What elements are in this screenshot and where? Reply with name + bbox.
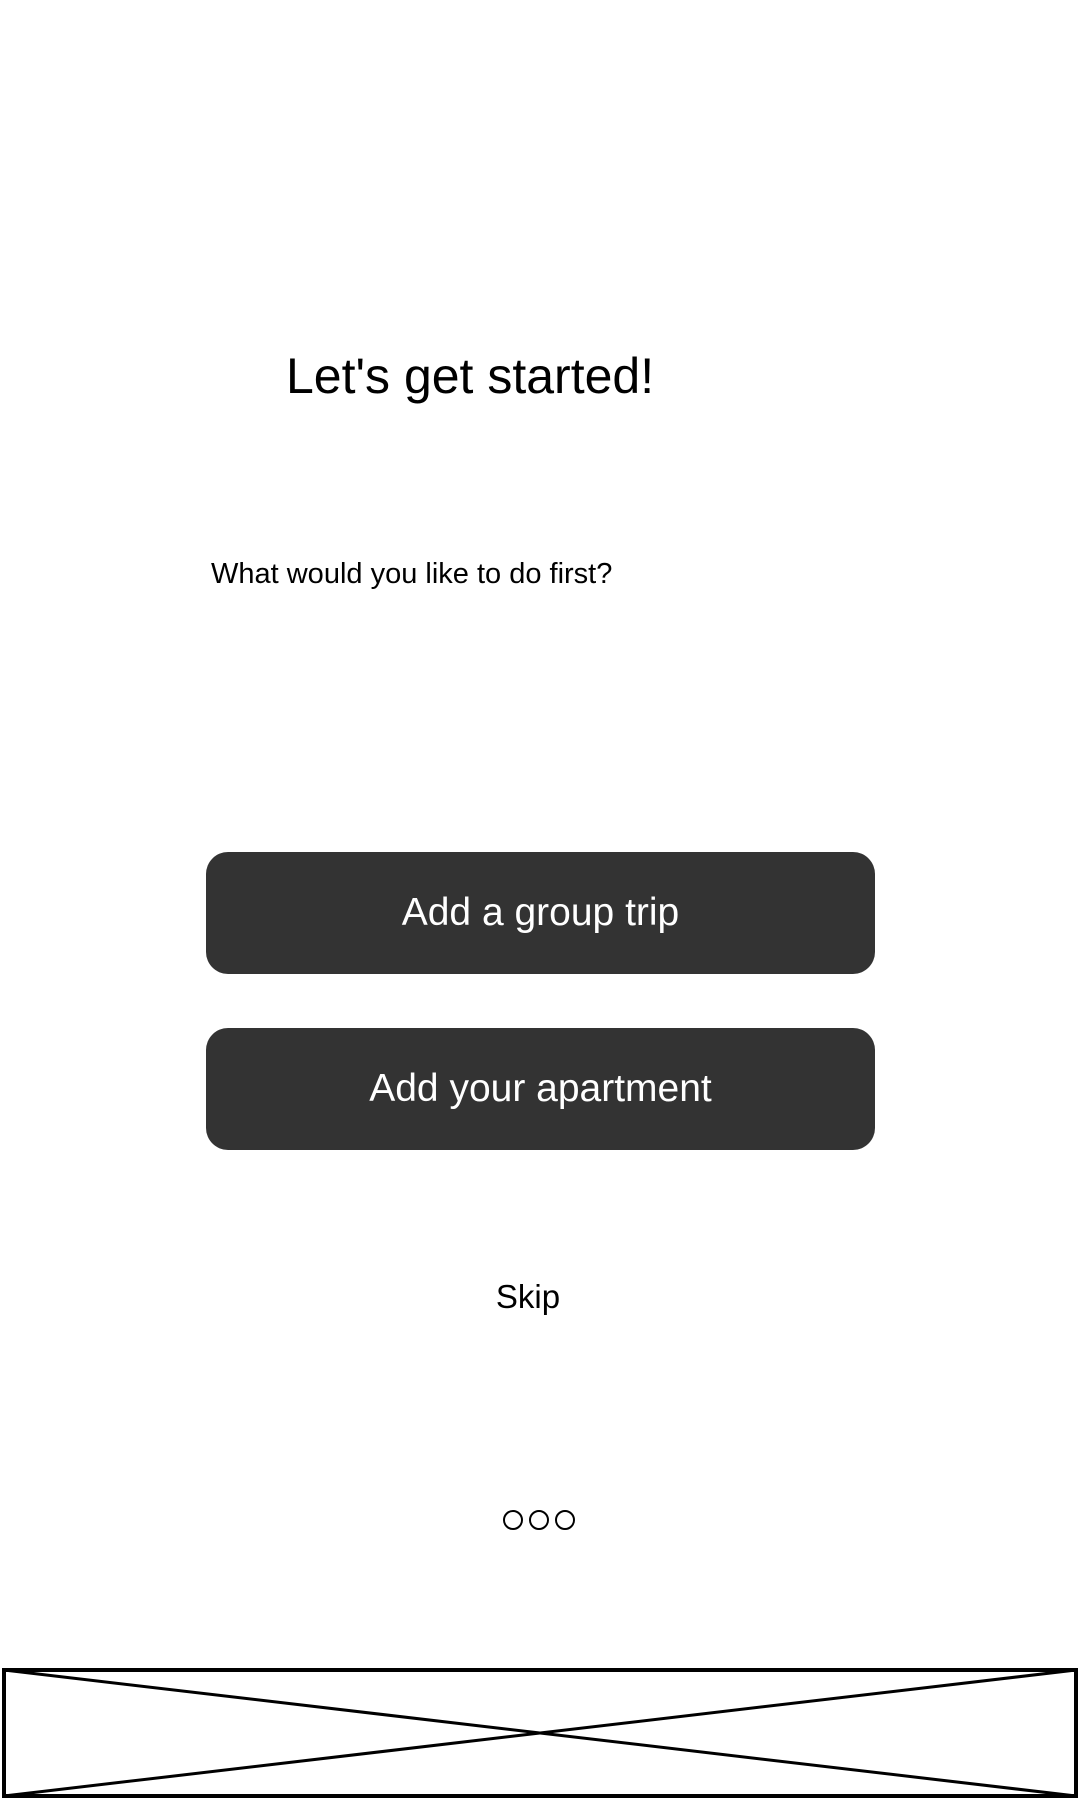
image-placeholder-icon bbox=[2, 1668, 1078, 1798]
page-dot-2[interactable] bbox=[529, 1510, 549, 1530]
page-subtitle: What would you like to do first? bbox=[211, 558, 613, 590]
page-dot-3[interactable] bbox=[555, 1510, 575, 1530]
page-title: Let's get started! bbox=[286, 348, 655, 404]
add-apartment-button[interactable]: Add your apartment bbox=[206, 1028, 875, 1150]
add-group-trip-button[interactable]: Add a group trip bbox=[206, 852, 875, 974]
onboarding-screen: Let's get started! What would you like t… bbox=[0, 0, 1080, 1800]
page-dot-1[interactable] bbox=[503, 1510, 523, 1530]
page-indicator bbox=[503, 1510, 575, 1532]
skip-link[interactable]: Skip bbox=[478, 1277, 578, 1317]
